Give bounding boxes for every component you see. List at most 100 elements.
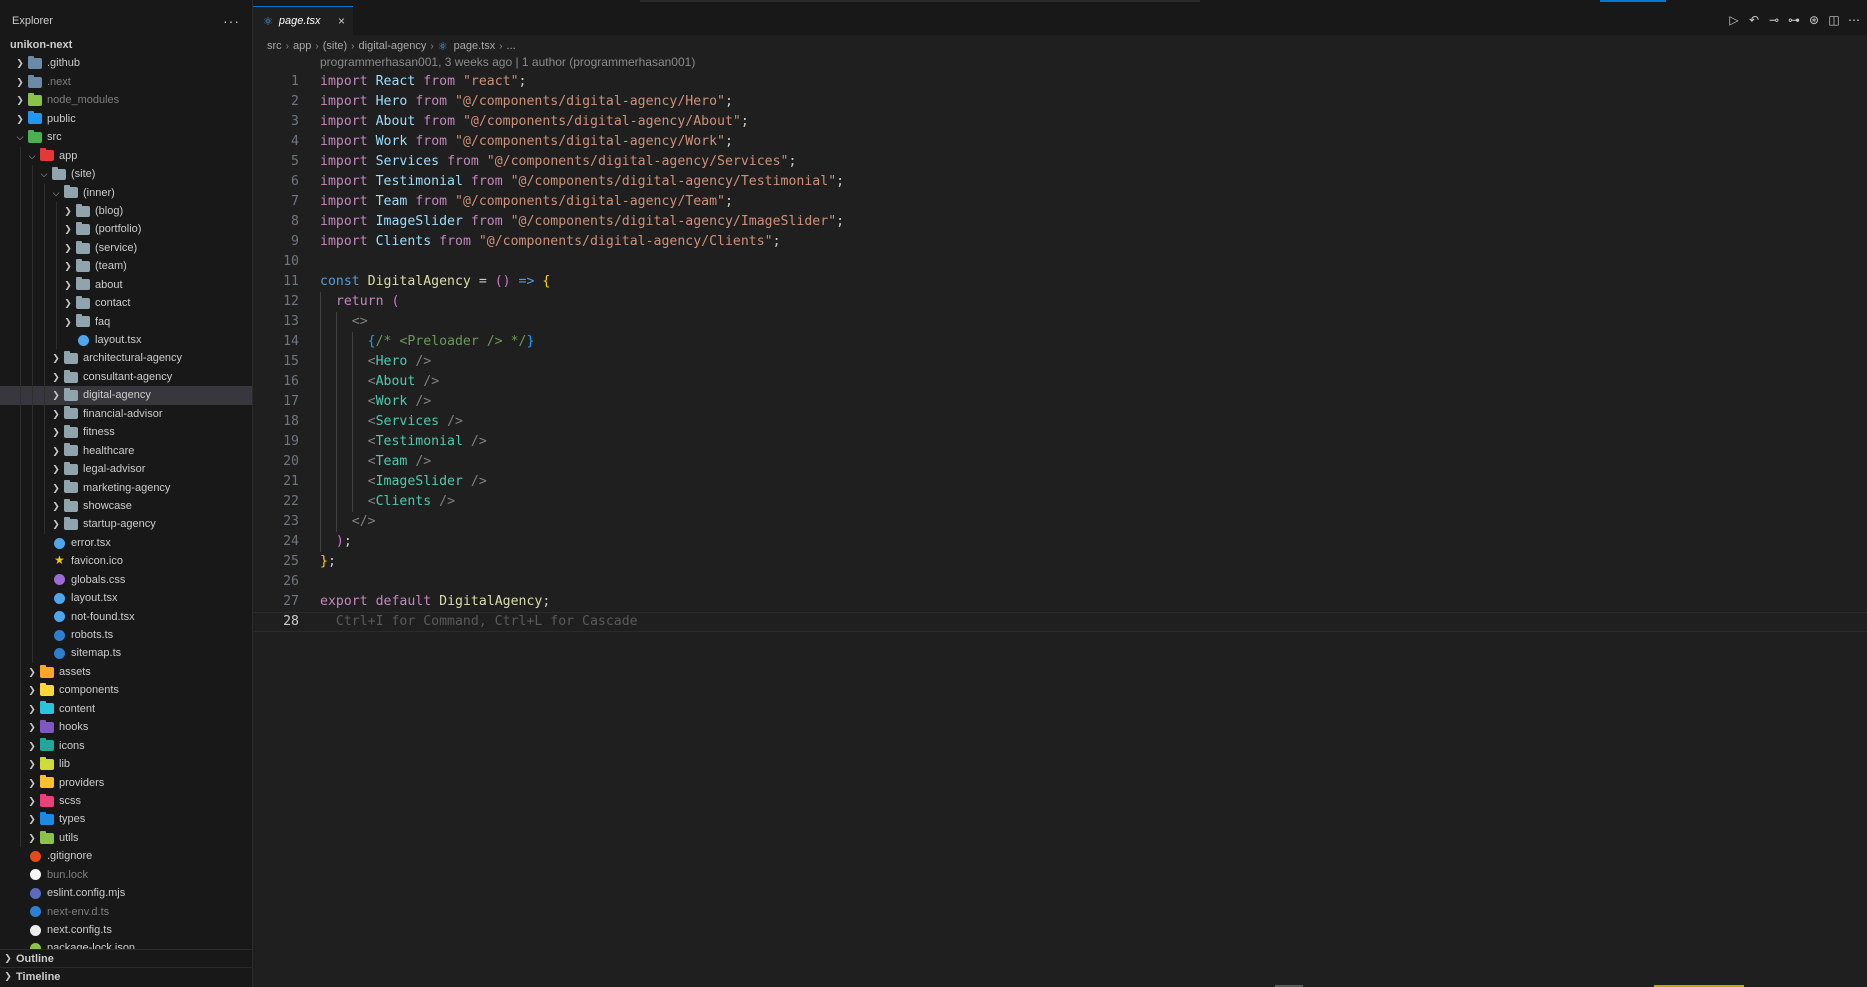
code-line[interactable]: 6 import Testimonial from "@/components/d… bbox=[253, 172, 1867, 192]
code-line[interactable]: 1 import React from "react"; bbox=[253, 72, 1867, 92]
tree-file[interactable]: layout.tsx bbox=[0, 331, 252, 350]
tab-page-tsx[interactable]: ⚛ page.tsx × bbox=[253, 6, 353, 35]
tree-folder[interactable]: ❯ .next bbox=[0, 73, 252, 91]
tree-folder[interactable]: ⌵ app bbox=[0, 146, 252, 166]
code-line[interactable]: 5 import Services from "@/components/digi… bbox=[253, 152, 1867, 172]
code-line[interactable]: 4 import Work from "@/components/digital-… bbox=[253, 132, 1867, 152]
breadcrumb-item[interactable]: page.tsx bbox=[454, 40, 496, 52]
tree-folder[interactable]: ❯ public bbox=[0, 110, 252, 128]
code-line[interactable]: 28 Ctrl+I for Command, Ctrl+L for Cascad… bbox=[253, 612, 1867, 632]
git-commit-icon[interactable]: ⊸ bbox=[1767, 13, 1781, 27]
git-blame-annotation[interactable]: programmerhasan001, 3 weeks ago | 1 auth… bbox=[320, 55, 695, 69]
code-line[interactable]: 19 <Testimonial /> bbox=[253, 432, 1867, 452]
editor-tab-bar: ⚛ page.tsx × ▷ ↶ ⊸ ⊶ ⊛ ◫ ⋯ bbox=[253, 6, 1867, 35]
tree-folder[interactable]: ❯ legal-advisor bbox=[0, 460, 252, 479]
tree-folder[interactable]: ❯ financial-advisor bbox=[0, 404, 252, 424]
code-line[interactable]: 8 import ImageSlider from "@/components/d… bbox=[253, 212, 1867, 232]
tree-folder[interactable]: ❯ fitness bbox=[0, 423, 252, 442]
code-line[interactable]: 10 bbox=[253, 252, 1867, 272]
code-editor[interactable]: 1 import React from "react"; 2 import Hero … bbox=[253, 72, 1867, 632]
tree-folder[interactable]: ❯ assets bbox=[0, 662, 252, 682]
code-line[interactable]: 18 <Services /> bbox=[253, 412, 1867, 432]
tree-folder[interactable]: ❯ hooks bbox=[0, 718, 252, 737]
tree-folder[interactable]: ❯ components bbox=[0, 681, 252, 700]
tree-folder[interactable]: ❯ digital-agency bbox=[0, 386, 252, 405]
code-line[interactable]: 2 import Hero from "@/components/digital-… bbox=[253, 92, 1867, 112]
code-line[interactable]: 26 bbox=[253, 572, 1867, 592]
git-forward-icon[interactable]: ⊶ bbox=[1787, 13, 1801, 27]
code-line[interactable]: 24 ); bbox=[253, 532, 1867, 552]
explorer-more-icon[interactable]: ··· bbox=[223, 13, 240, 29]
git-compare-icon[interactable]: ⊛ bbox=[1807, 13, 1821, 27]
timeline-panel-header[interactable]: ❯ Timeline bbox=[0, 967, 252, 985]
tree-folder[interactable]: ❯ lib bbox=[0, 755, 252, 774]
tree-file[interactable]: ★ favicon.ico bbox=[0, 552, 252, 571]
tree-folder[interactable]: ❯ healthcare bbox=[0, 441, 252, 461]
tree-root[interactable]: unikon-next bbox=[0, 36, 252, 54]
tree-file[interactable]: eslint.config.mjs bbox=[0, 884, 252, 902]
code-line[interactable]: 21 <ImageSlider /> bbox=[253, 472, 1867, 492]
tree-file[interactable]: bun.lock bbox=[0, 866, 252, 884]
tree-file[interactable]: globals.css bbox=[0, 570, 252, 590]
code-line[interactable]: 25}; bbox=[253, 552, 1867, 572]
code-line[interactable]: 7 import Team from "@/components/digital-… bbox=[253, 192, 1867, 212]
code-line[interactable]: 13 <> bbox=[253, 312, 1867, 332]
tree-folder[interactable]: ❯ startup-agency bbox=[0, 515, 252, 534]
tree-folder[interactable]: ❯ icons bbox=[0, 736, 252, 756]
tree-folder[interactable]: ❯ (team) bbox=[0, 257, 252, 276]
tree-folder[interactable]: ❯ node_modules bbox=[0, 91, 252, 109]
file-icon bbox=[54, 537, 65, 549]
tree-folder[interactable]: ❯ types bbox=[0, 810, 252, 829]
outline-panel-header[interactable]: ❯ Outline bbox=[0, 949, 252, 967]
code-line[interactable]: 20 <Team /> bbox=[253, 452, 1867, 472]
tree-folder[interactable]: ❯ about bbox=[0, 275, 252, 295]
code-line[interactable]: 12 return ( bbox=[253, 292, 1867, 312]
code-line[interactable]: 22 <Clients /> bbox=[253, 492, 1867, 512]
close-icon[interactable]: × bbox=[338, 14, 345, 28]
code-line[interactable]: 11 const DigitalAgency = () => { bbox=[253, 272, 1867, 292]
code-line[interactable]: 14 {/* <Preloader /> */} bbox=[253, 332, 1867, 352]
code-line[interactable]: 17 <Work /> bbox=[253, 392, 1867, 412]
run-icon[interactable]: ▷ bbox=[1727, 13, 1741, 27]
git-back-icon[interactable]: ↶ bbox=[1747, 13, 1761, 27]
tree-folder[interactable]: ❯ (portfolio) bbox=[0, 220, 252, 239]
tree-folder[interactable]: ⌵ (site) bbox=[0, 165, 252, 184]
tree-file[interactable]: next-env.d.ts bbox=[0, 903, 252, 921]
code-line[interactable]: 3 import About from "@/components/digital… bbox=[253, 112, 1867, 132]
command-center[interactable] bbox=[640, 0, 1200, 2]
tree-folder[interactable]: ❯ (service) bbox=[0, 238, 252, 258]
code-line[interactable]: 16 <About /> bbox=[253, 372, 1867, 392]
breadcrumb-item[interactable]: ... bbox=[507, 40, 516, 52]
tree-file[interactable]: not-found.tsx bbox=[0, 607, 252, 626]
tree-file[interactable]: .gitignore bbox=[0, 847, 252, 865]
tree-folder[interactable]: ❯ utils bbox=[0, 828, 252, 848]
tree-file[interactable]: sitemap.ts bbox=[0, 644, 252, 663]
code-line[interactable]: 15 <Hero /> bbox=[253, 352, 1867, 372]
tree-file[interactable]: robots.ts bbox=[0, 626, 252, 645]
breadcrumb-item[interactable]: (site) bbox=[323, 40, 347, 52]
code-line[interactable]: 9 import Clients from "@/components/digit… bbox=[253, 232, 1867, 252]
tree-folder[interactable]: ⌵ (inner) bbox=[0, 183, 252, 202]
tree-folder[interactable]: ❯ consultant-agency bbox=[0, 367, 252, 387]
code-line[interactable]: 27 export default DigitalAgency; bbox=[253, 592, 1867, 612]
tree-folder[interactable]: ⌵ src bbox=[0, 128, 252, 146]
breadcrumb-item[interactable]: src bbox=[267, 40, 282, 52]
tree-folder[interactable]: ❯ contact bbox=[0, 294, 252, 313]
tree-file[interactable]: next.config.ts bbox=[0, 921, 252, 939]
tree-folder[interactable]: ❯ (blog) bbox=[0, 201, 252, 221]
breadcrumb-item[interactable]: app bbox=[293, 40, 311, 52]
tree-folder[interactable]: ❯ faq bbox=[0, 312, 252, 331]
tree-folder[interactable]: ❯ showcase bbox=[0, 496, 252, 516]
tree-folder[interactable]: ❯ .github bbox=[0, 54, 252, 72]
tree-file[interactable]: layout.tsx bbox=[0, 589, 252, 608]
tree-folder[interactable]: ❯ scss bbox=[0, 791, 252, 811]
tree-folder[interactable]: ❯ content bbox=[0, 699, 252, 719]
tree-folder[interactable]: ❯ architectural-agency bbox=[0, 349, 252, 368]
tree-folder[interactable]: ❯ providers bbox=[0, 773, 252, 792]
breadcrumb-item[interactable]: digital-agency bbox=[359, 40, 427, 52]
tree-file[interactable]: error.tsx bbox=[0, 533, 252, 553]
split-editor-icon[interactable]: ◫ bbox=[1827, 13, 1841, 27]
more-actions-icon[interactable]: ⋯ bbox=[1847, 13, 1861, 27]
tree-folder[interactable]: ❯ marketing-agency bbox=[0, 478, 252, 497]
code-line[interactable]: 23 </> bbox=[253, 512, 1867, 532]
